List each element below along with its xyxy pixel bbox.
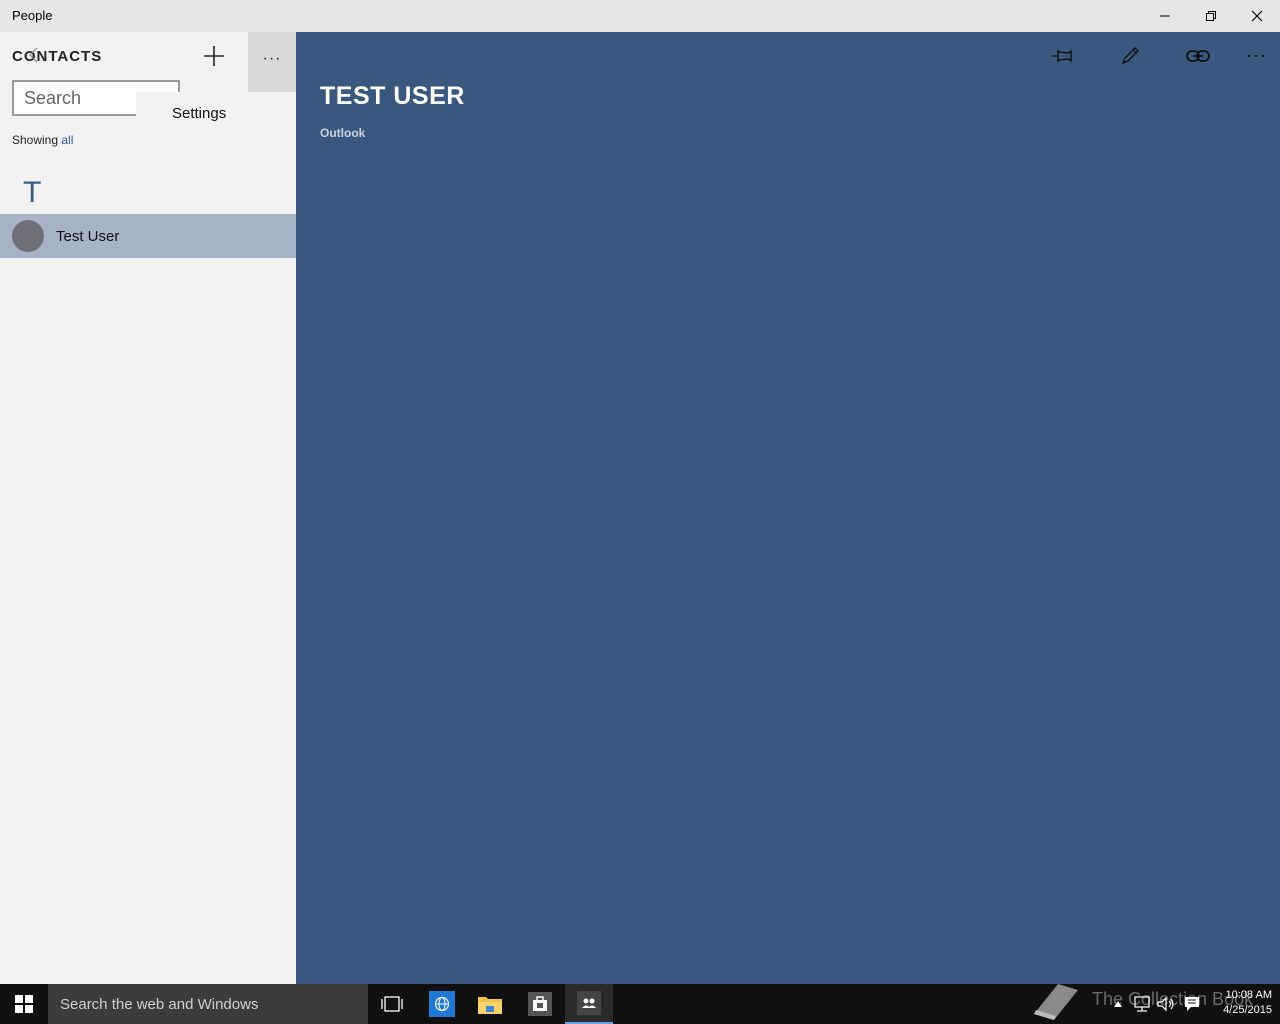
- pin-button[interactable]: [1040, 40, 1084, 72]
- more-options-button[interactable]: ···: [248, 32, 296, 92]
- restore-icon: [1206, 11, 1216, 21]
- show-hidden-icons-button[interactable]: [1108, 994, 1128, 1014]
- chevron-up-icon: [1114, 1001, 1122, 1007]
- taskbar-search-box[interactable]: Search the web and Windows: [48, 984, 368, 1024]
- contact-display-name: TEST USER: [320, 82, 465, 110]
- back-arrow-icon[interactable]: [26, 44, 40, 66]
- contact-list-item[interactable]: Test User: [0, 214, 296, 258]
- avatar: [12, 220, 44, 252]
- folder-icon: [478, 997, 502, 1014]
- network-icon: [1134, 996, 1150, 1012]
- browser-taskbar-button[interactable]: [418, 984, 466, 1024]
- plus-icon: [204, 46, 224, 66]
- detail-more-button[interactable]: [1234, 40, 1278, 72]
- more-icon: [1247, 54, 1265, 58]
- start-button[interactable]: [0, 984, 48, 1024]
- contact-filter: Showing all: [12, 133, 73, 147]
- contact-source-account: Outlook: [320, 126, 366, 140]
- network-tray-button[interactable]: [1132, 994, 1152, 1014]
- minimize-icon: [1160, 15, 1170, 17]
- action-center-button[interactable]: [1182, 994, 1202, 1014]
- windows-logo-icon: [15, 995, 33, 1013]
- group-letter-header[interactable]: T: [23, 176, 41, 210]
- link-contact-button[interactable]: [1176, 40, 1220, 72]
- close-button[interactable]: [1234, 0, 1280, 32]
- people-icon: [577, 991, 601, 1015]
- task-view-icon: [381, 996, 403, 1012]
- pin-icon: [1052, 49, 1072, 63]
- title-bar: People: [0, 0, 1280, 32]
- contacts-pane: CONTACTS ··· Settings Showing all T Test…: [0, 32, 296, 984]
- speaker-icon: [1157, 996, 1174, 1012]
- volume-tray-button[interactable]: [1156, 994, 1176, 1014]
- filter-prefix: Showing: [12, 133, 59, 147]
- more-icon: ···: [262, 50, 282, 67]
- window-title: People: [12, 8, 53, 23]
- restore-button[interactable]: [1188, 0, 1234, 32]
- notification-icon: [1185, 997, 1199, 1011]
- edit-icon: [1121, 47, 1139, 65]
- settings-menu[interactable]: Settings: [136, 92, 296, 128]
- book-icon: [1034, 984, 1078, 1020]
- minimize-button[interactable]: [1142, 0, 1188, 32]
- filter-all-link[interactable]: all: [61, 133, 73, 147]
- settings-menu-item[interactable]: Settings: [172, 105, 226, 122]
- add-contact-button[interactable]: [196, 38, 232, 74]
- taskbar-search-text: Search the web and Windows: [60, 996, 259, 1013]
- taskbar-clock[interactable]: 10:08 AM 4/25/2015: [1210, 988, 1272, 1018]
- close-icon: [1251, 10, 1263, 22]
- contact-name: Test User: [56, 228, 120, 245]
- globe-icon: [429, 991, 455, 1017]
- clock-date: 4/25/2015: [1223, 1004, 1272, 1016]
- file-explorer-taskbar-button[interactable]: [466, 984, 514, 1024]
- taskbar: Search the web and Windows The Collectio…: [0, 984, 1280, 1024]
- clock-time: 10:08 AM: [1225, 989, 1272, 1001]
- edit-button[interactable]: [1108, 40, 1152, 72]
- store-bag-icon: [528, 992, 552, 1016]
- people-taskbar-button[interactable]: [565, 984, 613, 1024]
- task-view-button[interactable]: [368, 984, 416, 1024]
- store-taskbar-button[interactable]: [516, 984, 564, 1024]
- link-icon: [1186, 50, 1210, 62]
- contact-detail-pane: TEST USER Outlook: [296, 32, 1280, 984]
